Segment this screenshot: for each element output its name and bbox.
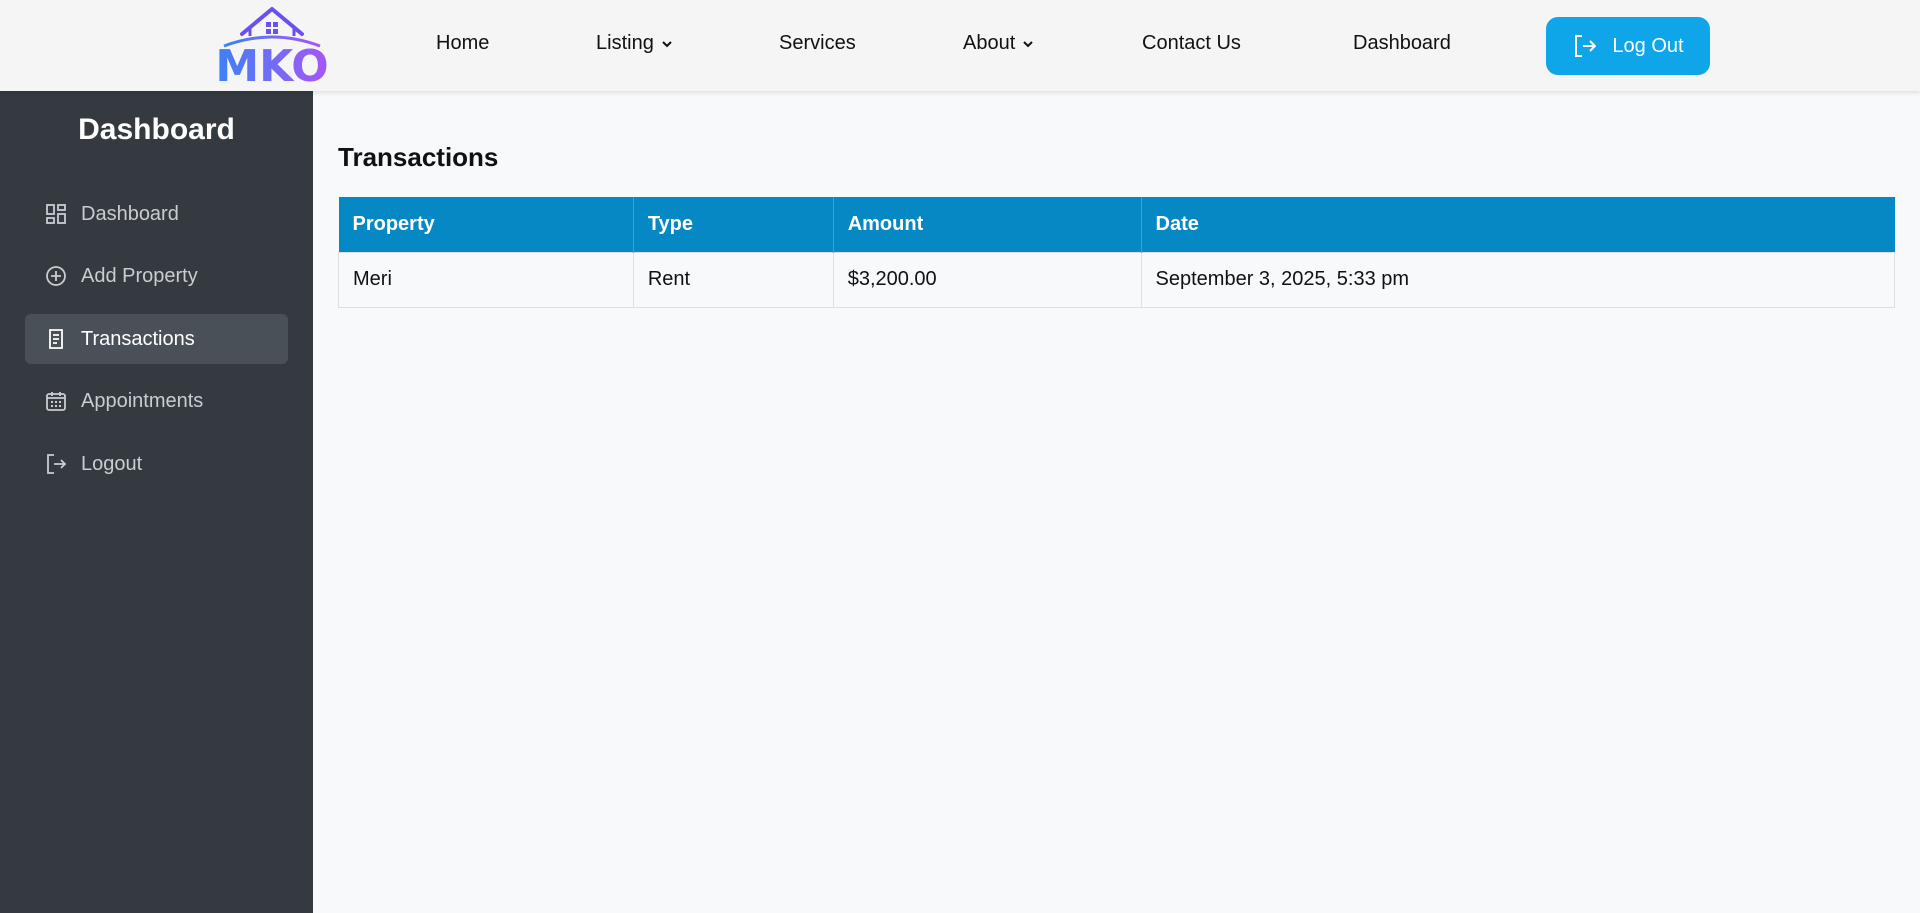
nav-services[interactable]: Services [779, 32, 856, 55]
cell-date: September 3, 2025, 5:33 pm [1140, 251, 1896, 308]
nav-listing-label: Listing [596, 32, 654, 54]
table-header-row: Property Type Amount Date [338, 197, 1895, 252]
sidebar-item-label: Transactions [81, 327, 195, 350]
calendar-icon [45, 390, 67, 412]
logout-icon [1575, 35, 1597, 57]
cell-type: Rent [632, 251, 834, 308]
sidebar-item-appointments[interactable]: Appointments [25, 376, 288, 426]
nav-home[interactable]: Home [436, 32, 489, 55]
sidebar-item-label: Dashboard [81, 202, 179, 225]
sidebar-item-label: Appointments [81, 389, 204, 412]
column-header-type[interactable]: Type [633, 197, 834, 252]
sidebar-item-logout[interactable]: Logout [25, 439, 288, 489]
transactions-table: Property Type Amount Date Meri Rent $3,2… [338, 197, 1896, 308]
cell-property: Meri [338, 251, 634, 308]
cell-amount: $3,200.00 [832, 251, 1142, 308]
sidebar-item-label: Add Property [81, 264, 198, 287]
plus-circle-icon [45, 265, 67, 287]
sidebar-item-label: Logout [81, 452, 143, 475]
logout-icon [45, 453, 67, 475]
page-title: Transactions [338, 142, 499, 172]
nav-about[interactable]: About [963, 32, 1035, 55]
main-content: Transactions Property Type Amount Date M… [313, 91, 1920, 913]
chevron-down-icon [662, 40, 672, 47]
nav-services-label: Services [779, 32, 856, 54]
nav-listing[interactable]: Listing [596, 32, 674, 55]
nav-dashboard[interactable]: Dashboard [1353, 32, 1451, 55]
nav-contact-us[interactable]: Contact Us [1142, 32, 1241, 55]
sidebar-item-transactions[interactable]: Transactions [25, 314, 288, 364]
nav-home-label: Home [436, 32, 490, 54]
log-out-label: Log Out [1612, 34, 1684, 57]
nav-about-label: About [963, 32, 1016, 54]
nav-contact-us-label: Contact Us [1142, 32, 1241, 54]
column-header-property[interactable]: Property [338, 197, 634, 252]
sidebar: Dashboard Dashboard Add Property Transac… [0, 91, 313, 913]
sidebar-item-add-property[interactable]: Add Property [25, 251, 288, 301]
svg-text:MKO: MKO [215, 41, 328, 86]
dashboard-grid-icon [45, 203, 67, 225]
mko-logo[interactable]: MKO [214, 6, 330, 86]
column-header-amount[interactable]: Amount [833, 197, 1142, 252]
chevron-down-icon [1023, 40, 1033, 47]
top-navbar: MKO Home Listing Services About Contact … [0, 0, 1920, 91]
nav-dashboard-label: Dashboard [1353, 32, 1451, 54]
log-out-button[interactable]: Log Out [1546, 17, 1710, 75]
sidebar-title: Dashboard [78, 113, 235, 146]
column-header-date[interactable]: Date [1141, 197, 1895, 252]
receipt-icon [45, 328, 67, 350]
sidebar-item-dashboard[interactable]: Dashboard [25, 189, 288, 239]
table-row[interactable]: Meri Rent $3,200.00 September 3, 2025, 5… [338, 251, 1896, 308]
